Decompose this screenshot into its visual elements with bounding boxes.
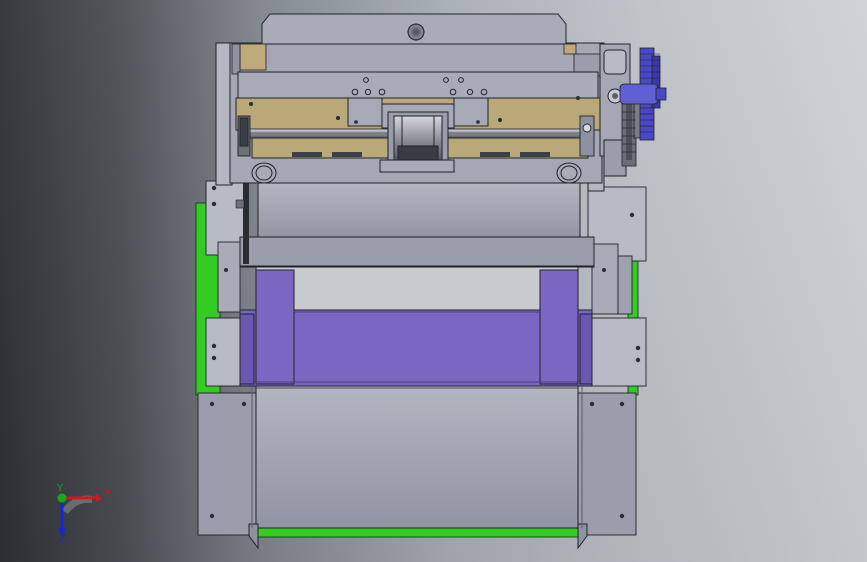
cad-viewport[interactable]: X Y Z: [0, 0, 867, 562]
central-feed-roller: [379, 111, 455, 173]
triad-y-label: Y: [57, 483, 64, 494]
hopper-light-strip: [255, 265, 579, 313]
triad-z-label: Z: [59, 533, 66, 544]
upper-cross-bar: [237, 71, 599, 99]
exit-tray: [248, 383, 588, 550]
feeder-assembly-drawing: [57, 13, 667, 550]
main-chute-plate: [239, 182, 595, 268]
coordinate-triad: [57, 493, 102, 536]
triad-x-label: X: [104, 487, 111, 498]
lower-right-side-plate: [577, 392, 637, 536]
right-bearing: [579, 115, 595, 157]
left-bearing: [237, 115, 251, 157]
top-cover: [261, 13, 567, 45]
lower-left-side-plate: [197, 392, 259, 536]
